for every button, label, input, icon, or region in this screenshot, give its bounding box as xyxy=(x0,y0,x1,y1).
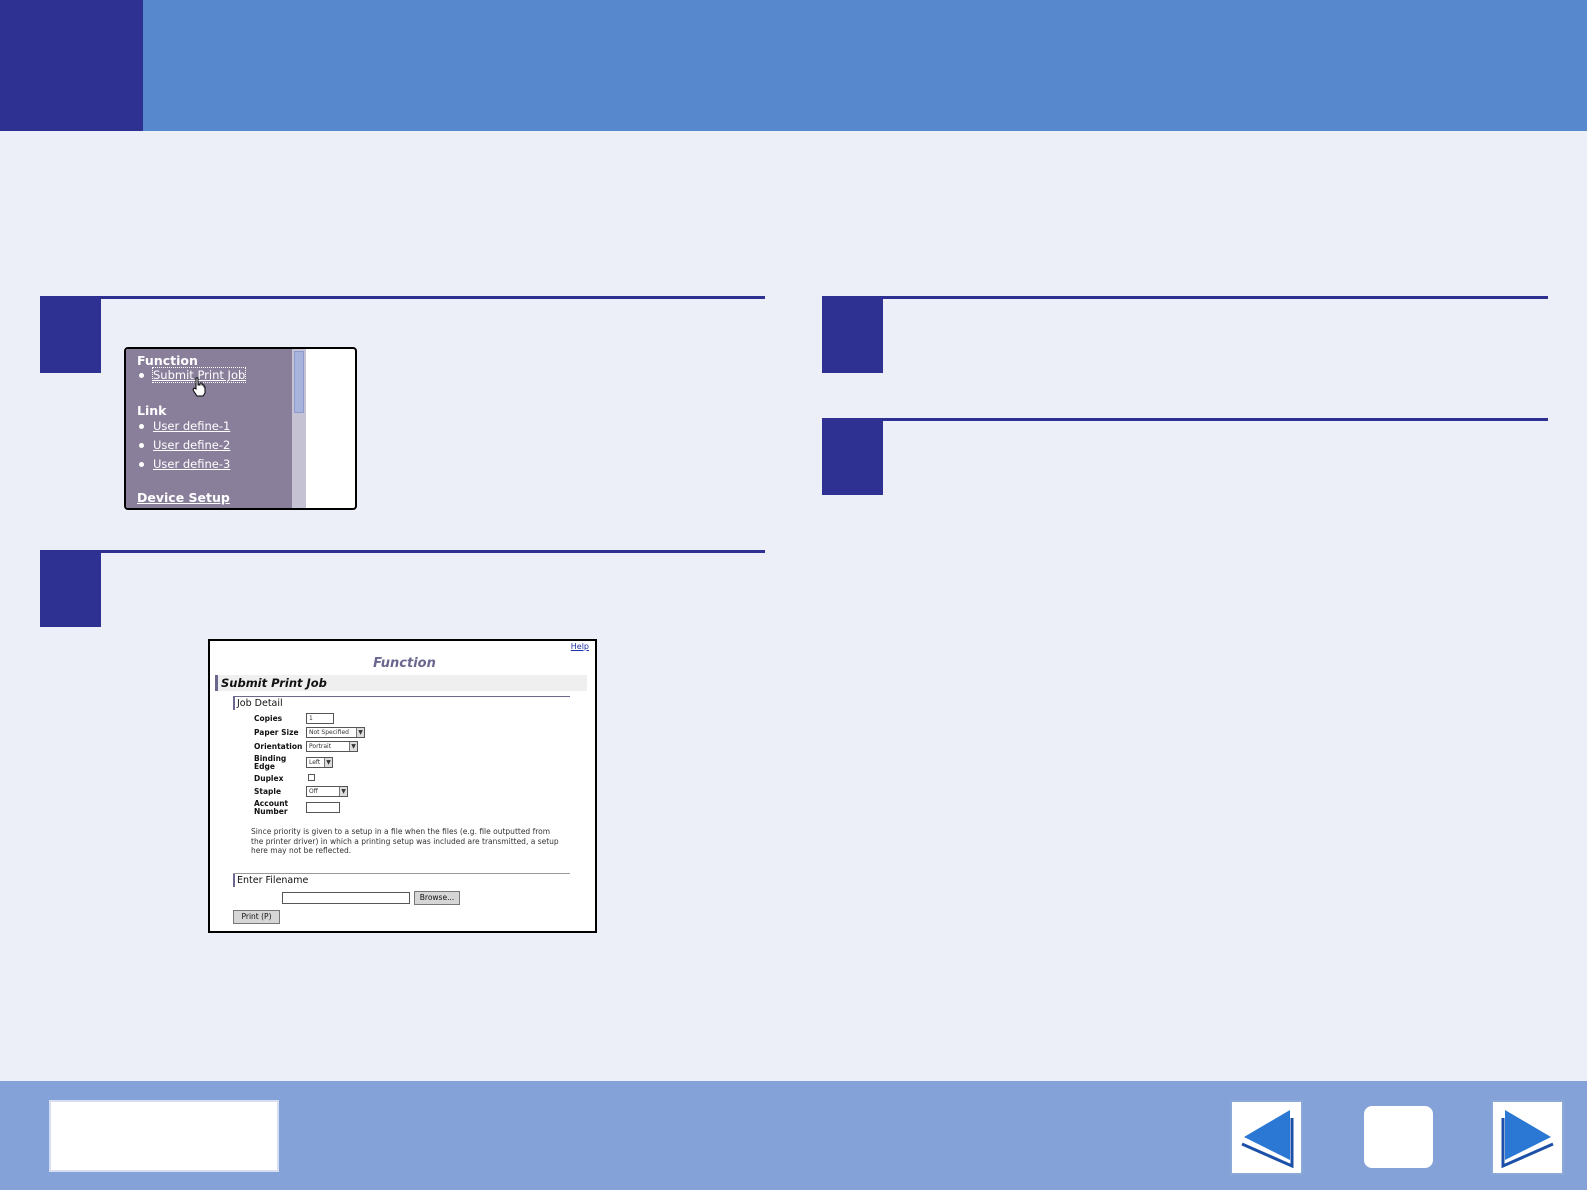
step-1-rule xyxy=(40,296,765,299)
scroll-thumb[interactable] xyxy=(294,351,304,413)
menu-item-user-define-3[interactable]: User define-3 xyxy=(139,457,230,471)
menu-item-user-define-1[interactable]: User define-1 xyxy=(139,419,230,433)
paper-size-select[interactable]: Not Specified ▼ xyxy=(306,727,365,738)
duplex-checkbox[interactable] xyxy=(308,774,315,781)
menu-pane: Function Submit Print Job Link User defi… xyxy=(126,349,292,508)
duplex-label: Duplex xyxy=(254,774,284,783)
triangle-left-icon xyxy=(1241,1110,1294,1169)
step-4-rule xyxy=(822,418,1548,421)
chevron-down-icon: ▼ xyxy=(349,742,357,751)
copies-label: Copies xyxy=(254,714,283,723)
browse-button[interactable]: Browse... xyxy=(414,891,460,905)
step-3-marker xyxy=(822,298,883,373)
staple-select[interactable]: Off ▼ xyxy=(306,786,348,797)
header-bar xyxy=(0,0,1587,131)
orientation-select[interactable]: Portrait ▼ xyxy=(306,741,358,752)
step-2-marker xyxy=(40,552,101,627)
chapter-tab xyxy=(0,0,143,131)
menu-scrollbar[interactable] xyxy=(292,349,306,508)
step-2-rule xyxy=(40,550,765,553)
chevron-down-icon: ▼ xyxy=(324,758,332,767)
help-link[interactable]: Help xyxy=(571,642,589,651)
page-heading: Submit Print Job xyxy=(215,675,587,691)
back-button[interactable] xyxy=(1230,1100,1303,1175)
function-title: Function xyxy=(373,656,436,671)
submit-print-job-screenshot: Help Function Submit Print Job Job Detai… xyxy=(208,639,597,933)
priority-note: Since priority is given to a setup in a … xyxy=(251,827,559,855)
chevron-down-icon: ▼ xyxy=(356,728,364,737)
function-heading: Function xyxy=(137,353,198,368)
binding-edge-label: Binding Edge xyxy=(254,754,287,771)
job-detail-heading: Job Detail xyxy=(233,697,570,710)
hand-pointer-icon xyxy=(192,377,206,397)
account-number-label: Account Number xyxy=(254,799,289,816)
filename-input[interactable] xyxy=(282,892,410,904)
binding-edge-select[interactable]: Left ▼ xyxy=(306,757,333,768)
link-heading: Link xyxy=(137,403,167,418)
home-button[interactable] xyxy=(1364,1106,1433,1168)
chevron-down-icon: ▼ xyxy=(339,787,347,796)
menu-item-user-define-2[interactable]: User define-2 xyxy=(139,438,230,452)
paper-size-label: Paper Size xyxy=(254,728,299,737)
account-number-input[interactable] xyxy=(306,802,340,813)
copies-input[interactable]: 1 xyxy=(306,713,334,724)
forward-button[interactable] xyxy=(1491,1100,1564,1175)
print-button[interactable]: Print (P) xyxy=(233,910,280,924)
step-4-marker xyxy=(822,420,883,495)
staple-label: Staple xyxy=(254,787,282,796)
menu-device-setup[interactable]: Device Setup xyxy=(137,490,230,505)
menu-screenshot: Function Submit Print Job Link User defi… xyxy=(124,347,357,510)
enter-filename-heading: Enter Filename xyxy=(233,874,570,887)
step-3-rule xyxy=(822,296,1548,299)
step-1-marker xyxy=(40,298,101,373)
triangle-right-icon xyxy=(1501,1110,1554,1169)
orientation-label: Orientation xyxy=(254,742,303,751)
contents-button[interactable] xyxy=(49,1100,279,1172)
